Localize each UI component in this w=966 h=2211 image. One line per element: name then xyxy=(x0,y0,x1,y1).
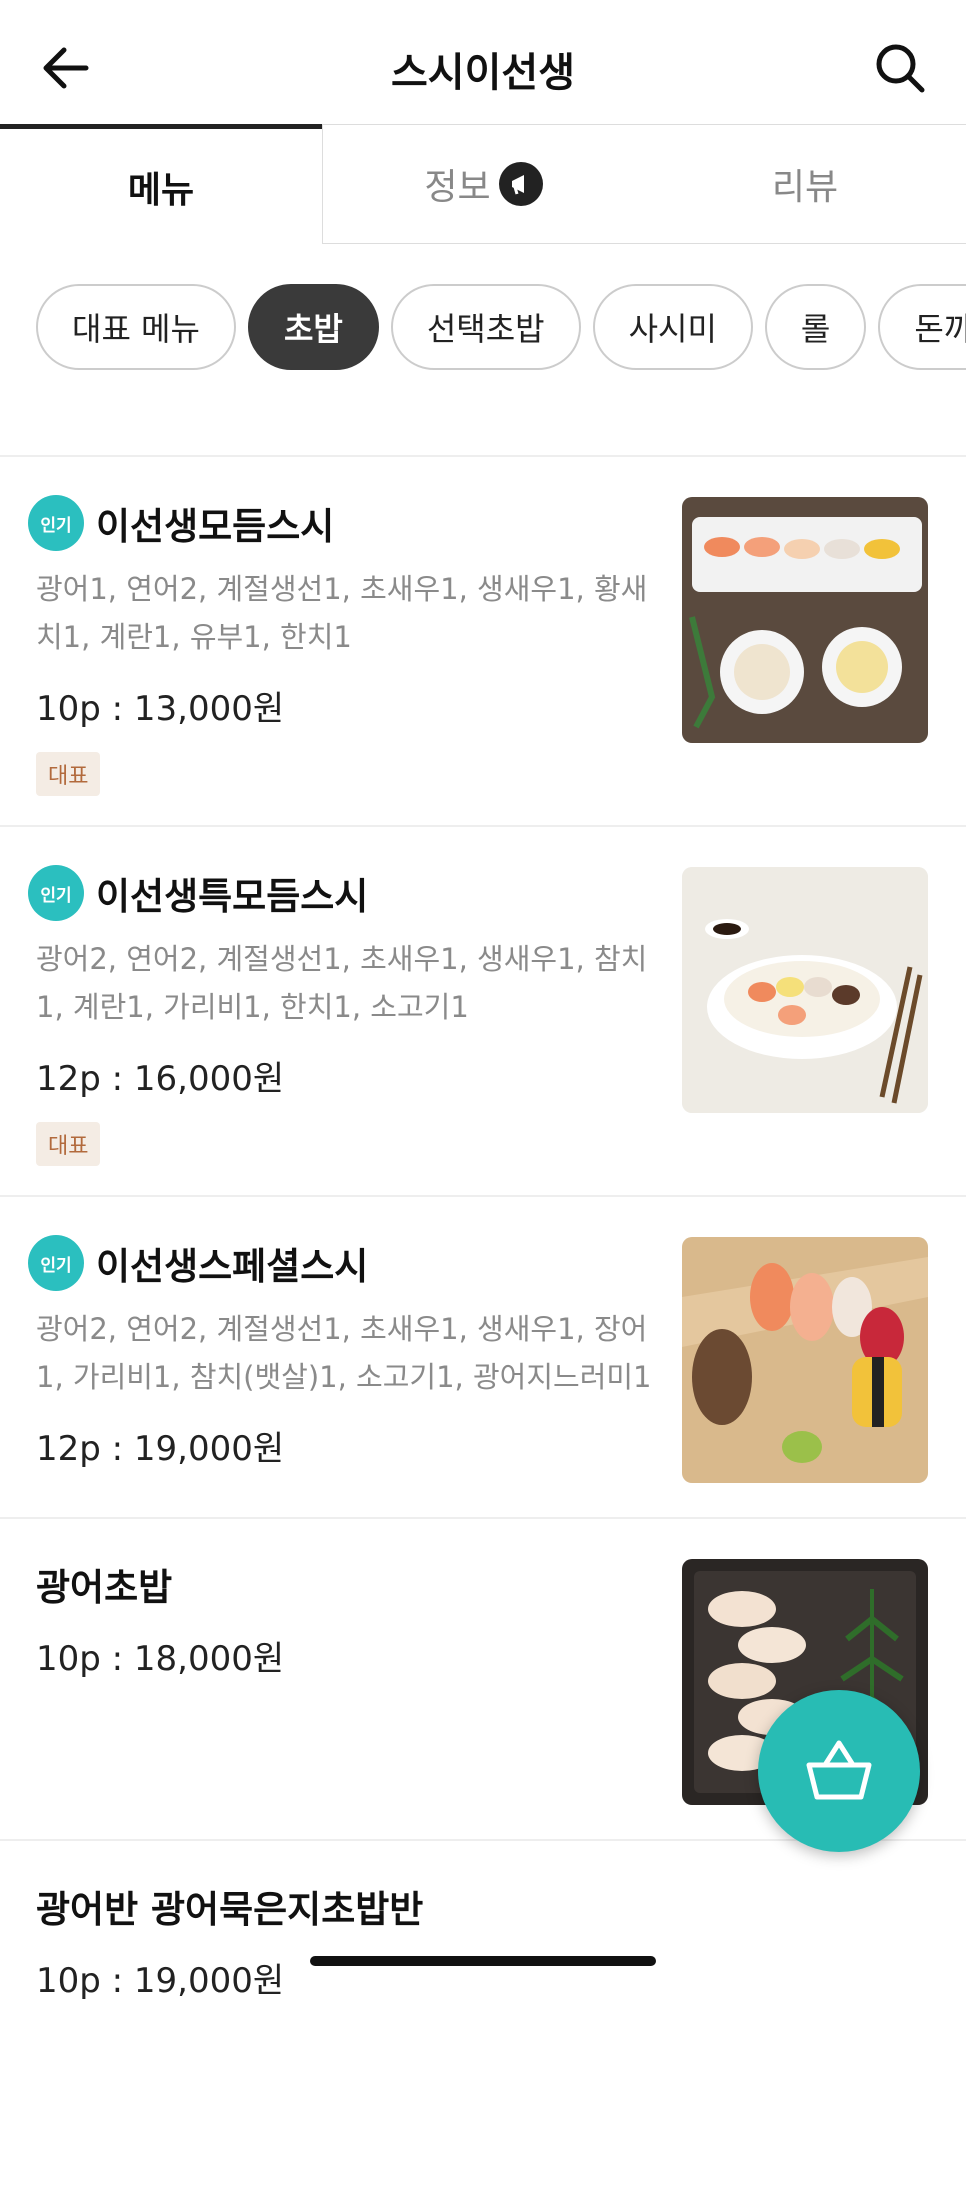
menu-item[interactable]: 인기 이선생특모듬스시 광어2, 연어2, 계절생선1, 초새우1, 생새우1,… xyxy=(0,827,966,1197)
menu-item-photo xyxy=(682,867,928,1113)
tab-menu[interactable]: 메뉴 xyxy=(0,124,322,244)
search-icon[interactable] xyxy=(870,38,930,98)
page-title: 스시이선생 xyxy=(391,50,575,96)
tab-review[interactable]: 리뷰 xyxy=(644,124,966,244)
menu-item-name: 광어반 광어묵은지초밥반 xyxy=(36,1888,424,1931)
representative-tag: 대표 xyxy=(36,752,101,796)
menu-list: 인기 이선생모듬스시 광어1, 연어2, 계절생선1, 초새우1, 생새우1, … xyxy=(0,455,966,2211)
menu-item-desc: 광어1, 연어2, 계절생선1, 초새우1, 생새우1, 황새치1, 계란1, … xyxy=(36,572,648,654)
menu-item-name: 이선생스페셜스시 xyxy=(96,1245,369,1288)
home-indicator[interactable] xyxy=(310,1956,656,1966)
category-chips: 대표 메뉴 초밥 선택초밥 사시미 롤 돈까 xyxy=(36,284,966,374)
tab-review-label: 리뷰 xyxy=(771,167,839,208)
menu-item-name: 이선생특모듬스시 xyxy=(96,875,369,918)
chip-donkatsu[interactable]: 돈까 xyxy=(878,284,966,370)
chip-sushi[interactable]: 초밥 xyxy=(247,284,379,370)
basket-icon xyxy=(806,1740,872,1800)
popular-badge: 인기 xyxy=(28,495,84,551)
menu-item-price: 10p : 18,000원 xyxy=(36,1639,285,1679)
popular-badge: 인기 xyxy=(28,865,84,921)
tab-menu-label: 메뉴 xyxy=(127,169,195,211)
chip-select-sushi[interactable]: 선택초밥 xyxy=(390,284,581,370)
menu-item-photo xyxy=(682,1237,928,1483)
menu-item-price: 12p : 19,000원 xyxy=(36,1429,285,1469)
chip-sashimi[interactable]: 사시미 xyxy=(592,284,753,370)
popular-badge: 인기 xyxy=(28,1235,84,1291)
menu-item-price: 10p : 13,000원 xyxy=(36,689,285,729)
app-header: 스시이선생 xyxy=(0,0,966,128)
tab-info-label: 정보 xyxy=(424,167,491,208)
tab-bar: 메뉴 정보 리뷰 xyxy=(0,124,966,248)
chip-roll[interactable]: 롤 xyxy=(764,284,867,370)
menu-item-desc: 광어2, 연어2, 계절생선1, 초새우1, 생새우1, 참치1, 계란1, 가… xyxy=(36,942,648,1024)
menu-item[interactable]: 광어반 광어묵은지초밥반 10p : 19,000원 xyxy=(0,1841,966,2211)
menu-item-desc: 광어2, 연어2, 계절생선1, 초새우1, 생새우1, 장어1, 가리비1, … xyxy=(36,1312,652,1394)
menu-item[interactable]: 인기 이선생스페셜스시 광어2, 연어2, 계절생선1, 초새우1, 생새우1,… xyxy=(0,1197,966,1519)
menu-item-price: 12p : 16,000원 xyxy=(36,1059,285,1099)
representative-tag: 대표 xyxy=(36,1122,101,1166)
megaphone-icon xyxy=(498,162,543,206)
chip-representative[interactable]: 대표 메뉴 xyxy=(36,284,236,370)
tab-info[interactable]: 정보 xyxy=(322,124,644,244)
menu-item-name: 이선생모듬스시 xyxy=(96,505,335,548)
menu-item-name: 광어초밥 xyxy=(36,1566,173,1609)
menu-item[interactable]: 인기 이선생모듬스시 광어1, 연어2, 계절생선1, 초새우1, 생새우1, … xyxy=(0,457,966,827)
menu-item-photo xyxy=(682,497,928,743)
cart-button[interactable] xyxy=(758,1690,920,1852)
